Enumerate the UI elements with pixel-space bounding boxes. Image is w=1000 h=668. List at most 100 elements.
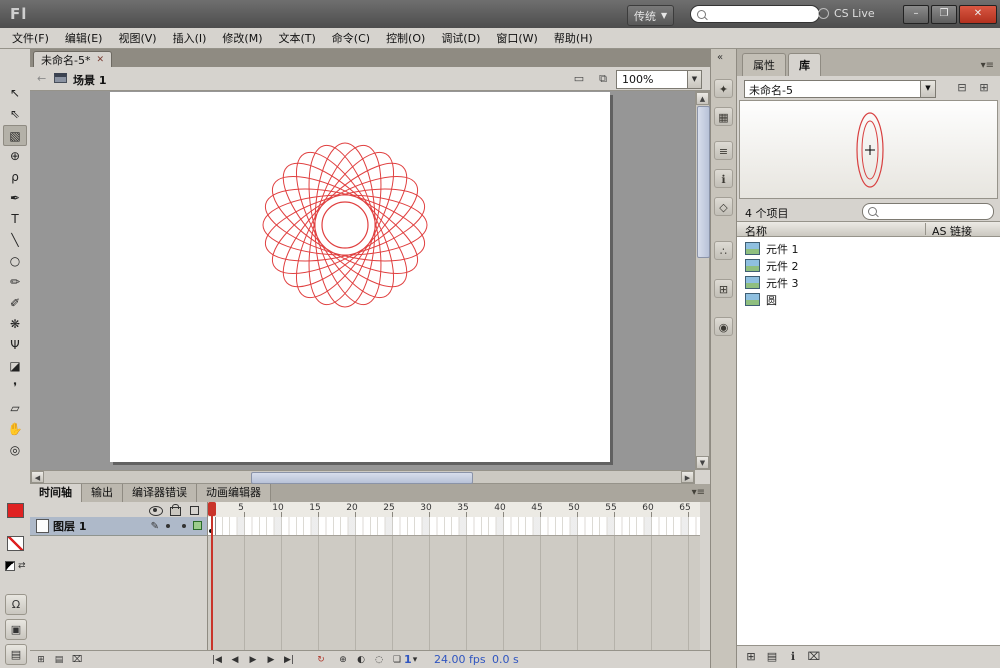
align-panel-icon[interactable]: ≡ [714,141,733,160]
step-forward-button[interactable]: ▶ [264,653,278,667]
column-divider[interactable] [925,223,926,235]
menu-control[interactable]: 控制(O) [378,28,433,48]
vertical-scroll-thumb[interactable] [697,106,710,258]
edit-scene-button[interactable]: ▭ [570,71,588,87]
eraser-tool[interactable]: ▱ [3,398,27,419]
document-tab[interactable]: 未命名-5* ✕ [33,51,112,68]
tab-motion-editor[interactable]: 动画编辑器 [197,484,271,502]
line-tool[interactable]: ╲ [3,230,27,251]
cs-live-button[interactable]: CS Live [818,7,875,20]
tab-library[interactable]: 库 [788,53,821,76]
bone-tool[interactable]: Ψ [3,335,27,356]
workspace-switcher-button[interactable]: 传统 ▼ [627,5,674,26]
eyedropper-tool[interactable]: ❜ [3,377,27,398]
onion-skin-outlines-button[interactable]: ◌ [372,653,386,667]
subselection-tool[interactable]: ⇖ [3,104,27,125]
default-colors-button[interactable] [5,561,15,571]
onion-skin-button[interactable]: ◐ [354,653,368,667]
delete-item-button[interactable]: ⌧ [805,649,823,665]
timeline-panel-menu-icon[interactable]: ▾≡ [692,487,705,498]
new-layer-button[interactable]: ⊞ [34,653,48,667]
menu-window[interactable]: 窗口(W) [488,28,545,48]
scroll-left-icon[interactable]: ◀ [31,471,44,483]
expand-dock-icon[interactable]: « [717,52,723,63]
pasteboard[interactable] [30,91,695,470]
stroke-color-swatch[interactable] [7,503,24,518]
components-panel-icon[interactable]: ⊞ [714,279,733,298]
code-snippets-panel-icon[interactable]: ∴ [714,241,733,260]
playhead[interactable] [208,502,216,516]
oval-tool[interactable]: ○ [3,251,27,272]
search-input[interactable] [690,5,820,23]
new-symbol-button[interactable]: ⊞ [742,649,760,665]
list-item[interactable]: 元件 1 [737,240,1000,257]
snap-option-button[interactable]: Ω [5,594,27,615]
layer-row[interactable]: 图层 1 ✎ [30,517,207,536]
menu-view[interactable]: 视图(V) [110,28,164,48]
canvas-vertical-scrollbar[interactable]: ▲ ▼ [695,91,710,470]
menu-text[interactable]: 文本(T) [270,28,323,48]
restore-button[interactable]: ❐ [931,5,957,24]
list-item[interactable]: 元件 2 [737,257,1000,274]
menu-commands[interactable]: 命令(C) [324,28,378,48]
tool-option-button-2[interactable]: ▣ [5,619,27,640]
brush-tool[interactable]: ✐ [3,293,27,314]
center-frame-button[interactable]: ⊕ [336,653,350,667]
outline-layers-icon[interactable] [190,506,199,515]
tab-timeline[interactable]: 时间轴 [30,484,82,502]
pin-library-button[interactable]: ⊟ [954,80,970,96]
edit-multiple-frames-button[interactable]: ❏ [390,653,404,667]
menu-modify[interactable]: 修改(M) [214,28,270,48]
frames-pane[interactable]: 5 10 15 20 25 30 35 40 45 50 55 60 65 [208,502,700,650]
menu-file[interactable]: 文件(F) [4,28,57,48]
edit-symbols-button[interactable]: ⧉ [594,71,612,87]
back-arrow-icon[interactable]: ← [37,72,46,85]
tool-option-button-3[interactable]: ▤ [5,644,27,665]
menu-edit[interactable]: 编辑(E) [57,28,111,48]
zoom-level-select[interactable]: 100% ▼ [616,70,702,89]
lasso-tool[interactable]: ρ [3,167,27,188]
show-hide-layers-icon[interactable] [149,506,163,516]
tab-properties[interactable]: 属性 [742,53,786,76]
free-transform-tool[interactable]: ▧ [3,125,27,146]
horizontal-scroll-thumb[interactable] [251,472,473,484]
go-to-last-frame-button[interactable]: ▶| [282,653,296,667]
transform-panel-icon[interactable]: ◇ [714,197,733,216]
minimize-button[interactable]: – [903,5,929,24]
deco-tool[interactable]: ❋ [3,314,27,335]
layer-frames-row[interactable] [208,517,700,536]
play-button[interactable]: ▶ [246,653,260,667]
library-panel-menu-icon[interactable]: ▾≡ [981,60,994,71]
layer-name[interactable]: 图层 1 [53,518,86,534]
tab-output[interactable]: 输出 [82,484,123,502]
zoom-tool[interactable]: ◎ [3,440,27,461]
lock-layers-icon[interactable] [170,507,181,516]
empty-frames-area[interactable] [208,536,700,650]
new-folder-button[interactable]: ▤ [52,653,66,667]
tab-close-icon[interactable]: ✕ [96,55,104,65]
step-back-button[interactable]: ◀ [228,653,242,667]
layer-lock-dot[interactable] [182,524,186,528]
swatches-panel-icon[interactable]: ▦ [714,107,733,126]
fill-color-swatch[interactable] [7,536,24,551]
loop-playback-button[interactable]: ↻ [314,653,328,667]
current-frame-value[interactable]: 1 [404,653,412,666]
library-document-select[interactable]: 未命名-5 ▼ [744,80,936,98]
menu-insert[interactable]: 插入(I) [165,28,215,48]
canvas-horizontal-scrollbar[interactable]: ◀ ▶ [30,470,695,484]
layer-outline-color-chip[interactable] [193,521,202,530]
go-to-first-frame-button[interactable]: |◀ [210,653,224,667]
motion-presets-panel-icon[interactable]: ◉ [714,317,733,336]
frame-rate-value[interactable]: 24.00 fps [434,653,486,666]
3d-rotation-tool[interactable]: ⊕ [3,146,27,167]
scroll-up-icon[interactable]: ▲ [696,92,709,105]
library-search-input[interactable] [862,203,994,220]
pencil-tool[interactable]: ✏ [3,272,27,293]
tab-compiler-errors[interactable]: 编译器错误 [123,484,197,502]
elapsed-time-value[interactable]: 0.0 s [492,653,519,666]
layer-visibility-dot[interactable] [166,524,170,528]
list-item[interactable]: 元件 3 [737,274,1000,291]
scroll-down-icon[interactable]: ▼ [696,456,709,469]
text-tool[interactable]: T [3,209,27,230]
paint-bucket-tool[interactable]: ◪ [3,356,27,377]
